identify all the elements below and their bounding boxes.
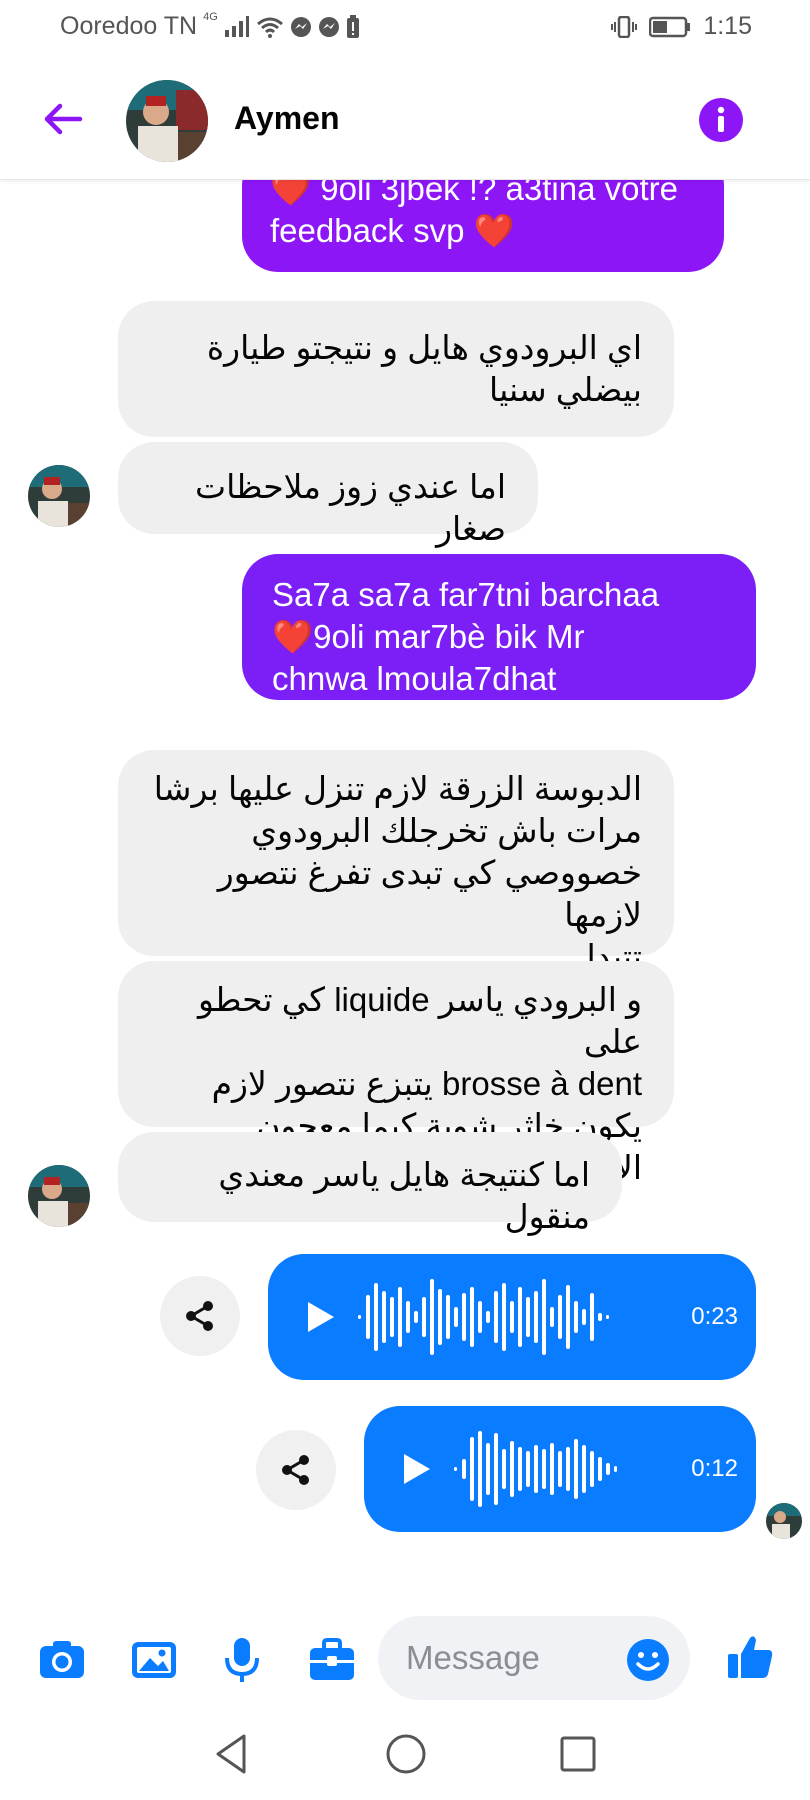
sender-avatar[interactable] (28, 1165, 90, 1227)
message-line: chnwa lmoula7dhat (272, 660, 557, 697)
voice-duration: 0:23 (691, 1303, 738, 1330)
sender-avatar[interactable] (28, 465, 90, 527)
message-line: بيضلي سنيا (489, 371, 642, 408)
message-line: الدبوسة الزرقة لازم تنزل عليها برشا (153, 770, 642, 807)
thumbs-up-icon[interactable] (726, 1632, 774, 1680)
conversation-header: Aymen (0, 58, 810, 180)
message-line: brosse à dent يتبزع نتصور لازم (211, 1065, 642, 1102)
carrier-label: Ooredoo TN (60, 12, 198, 40)
voice-duration: 0:12 (691, 1455, 738, 1482)
nav-back-icon[interactable] (210, 1732, 254, 1776)
outgoing-message[interactable]: ❤️ 9oli 3jbek !? a3tina votre feedback s… (242, 180, 724, 272)
contact-avatar[interactable] (126, 80, 208, 162)
message-line: اما كنتيجة هايل ياسر معندي منقول (218, 1156, 590, 1235)
system-nav-bar (0, 1708, 810, 1800)
share-button[interactable] (256, 1430, 336, 1510)
message-line: و البرودي ياسر liquide كي تحطو على (198, 981, 642, 1060)
incoming-message[interactable]: اما عندي زوز ملاحظات صغار (118, 442, 538, 547)
briefcase-icon[interactable] (308, 1636, 356, 1684)
message-line: خصووصي كي تبدى تفرغ نتصور لازمها (217, 854, 642, 933)
message-line: feedback svp ❤️ (270, 212, 515, 249)
incoming-message[interactable]: الدبوسة الزرقة لازم تنزل عليها برشا مرات… (118, 750, 674, 975)
voice-message[interactable]: 0:12 (364, 1406, 756, 1532)
status-right: 1:15 (611, 12, 752, 41)
message-line: اي البرودوي هايل و نتيجتو طيارة (206, 329, 642, 366)
battery-icon (649, 16, 691, 38)
status-bar: Ooredoo TN 4G 1:15 (0, 0, 810, 58)
image-icon[interactable] (130, 1636, 178, 1684)
share-icon (282, 1455, 309, 1485)
play-icon[interactable] (398, 1451, 434, 1487)
wifi-icon (256, 16, 284, 38)
message-line: ❤️9oli mar7bè bik Mr (272, 618, 585, 655)
waveform[interactable] (356, 1277, 646, 1357)
messenger-notification-icon (290, 16, 312, 38)
battery-alert-icon (346, 14, 360, 39)
share-button[interactable] (160, 1276, 240, 1356)
outgoing-message[interactable]: Sa7a sa7a far7tni barchaa ❤️9oli mar7bè … (242, 554, 756, 700)
camera-icon[interactable] (38, 1636, 86, 1684)
network-type: 4G (203, 10, 218, 23)
info-icon[interactable] (698, 97, 744, 143)
composer-bar (0, 1608, 810, 1708)
voice-message[interactable]: 0:23 (268, 1254, 756, 1380)
vibrate-icon (611, 15, 638, 38)
message-line: ❤️ 9oli 3jbek !? a3tina votre (270, 180, 678, 207)
microphone-icon[interactable] (218, 1636, 266, 1684)
status-left: Ooredoo TN 4G (60, 10, 360, 41)
back-arrow-icon[interactable] (40, 96, 86, 142)
read-receipt-avatar (766, 1503, 802, 1539)
message-list[interactable]: ❤️ 9oli 3jbek !? a3tina votre feedback s… (0, 180, 810, 1610)
share-icon (186, 1301, 213, 1331)
waveform[interactable] (452, 1429, 652, 1509)
messenger-notification-icon-2 (318, 16, 340, 38)
message-line: مرات باش تخرجلك البرودوي (251, 812, 642, 849)
nav-recents-icon[interactable] (556, 1732, 600, 1776)
nav-home-icon[interactable] (384, 1732, 428, 1776)
message-line: Sa7a sa7a far7tni barchaa (272, 576, 660, 613)
message-line: اما عندي زوز ملاحظات صغار (195, 468, 506, 547)
emoji-icon[interactable] (626, 1638, 670, 1682)
contact-name[interactable]: Aymen (234, 100, 340, 137)
incoming-message[interactable]: و البرودي ياسر liquide كي تحطو على bross… (118, 961, 674, 1186)
incoming-message[interactable]: اما كنتيجة هايل ياسر معندي منقول (118, 1132, 622, 1235)
incoming-message[interactable]: اي البرودوي هايل و نتيجتو طيارة بيضلي سن… (118, 301, 674, 437)
play-icon[interactable] (302, 1299, 338, 1335)
clock: 1:15 (703, 12, 752, 40)
signal-icon (224, 15, 250, 38)
